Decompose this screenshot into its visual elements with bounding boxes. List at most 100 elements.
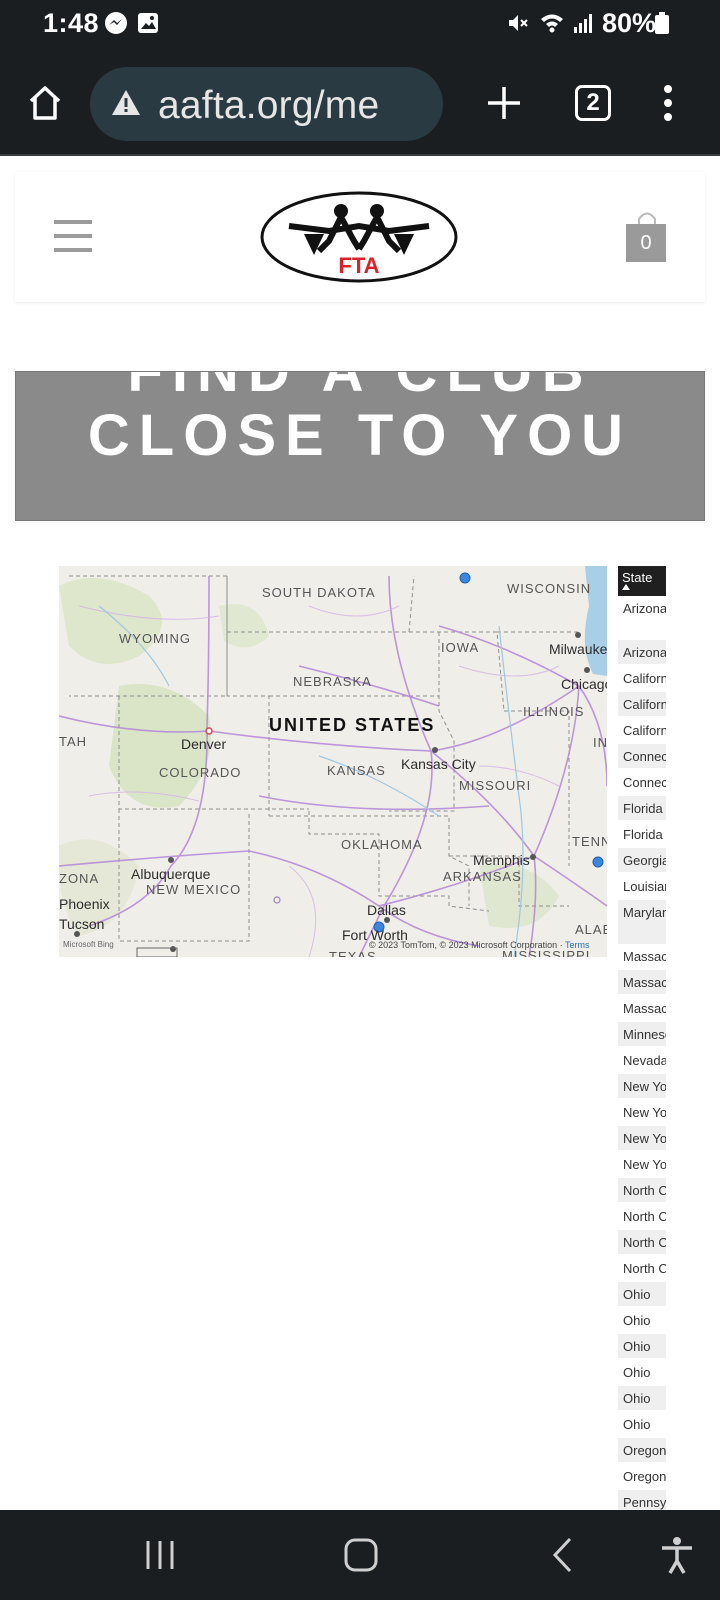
state-row[interactable]: Maryland <box>618 900 666 944</box>
warning-icon[interactable] <box>110 87 142 119</box>
accessibility-icon[interactable] <box>657 1535 697 1575</box>
state-table: State ArizonaArizonaCaliforniaCalifornia… <box>618 566 666 1510</box>
map-state-label: ALAB <box>575 922 607 937</box>
state-row[interactable]: New York <box>618 1100 666 1124</box>
map-country-label: UNITED STATES <box>269 715 436 735</box>
state-row[interactable]: Florida <box>618 822 666 846</box>
sort-ascending-icon <box>622 584 630 590</box>
map-state-label: ILLINOIS <box>523 704 585 719</box>
state-row[interactable]: Oregon <box>618 1464 666 1488</box>
back-icon[interactable] <box>543 1535 583 1575</box>
map-state-label: NEBRASKA <box>293 674 372 689</box>
recent-apps-icon[interactable] <box>140 1535 180 1575</box>
map-state-label: WYOMING <box>119 631 191 646</box>
state-row[interactable]: California <box>618 718 666 742</box>
cart-count: 0 <box>626 224 666 262</box>
state-row[interactable]: Massachusetts <box>618 970 666 994</box>
map-state-label: COLORADO <box>159 765 242 780</box>
state-row[interactable]: Arizona <box>618 596 666 620</box>
map-state-label: KANSAS <box>327 763 386 778</box>
home-icon[interactable] <box>25 83 65 123</box>
state-row[interactable]: Florida <box>618 796 666 820</box>
state-row[interactable]: Oregon <box>618 1438 666 1462</box>
tabs-button[interactable]: 2 <box>575 85 611 121</box>
state-row[interactable]: Ohio <box>618 1412 666 1436</box>
site-header: FTA 0 <box>15 172 705 302</box>
status-bar: 1:48 80% <box>0 0 720 50</box>
home-nav-icon[interactable] <box>341 1535 381 1575</box>
state-row[interactable]: Arizona <box>618 640 666 664</box>
map-state-label: ZONA <box>59 871 100 886</box>
state-row[interactable]: Minnesota <box>618 1022 666 1046</box>
state-row[interactable]: New York <box>618 1074 666 1098</box>
new-tab-icon[interactable] <box>484 83 524 123</box>
state-row[interactable]: Pennsylvania <box>618 1490 666 1510</box>
state-row[interactable]: New York <box>618 1152 666 1176</box>
state-row[interactable]: Connecticut <box>618 744 666 768</box>
cart-button[interactable]: 0 <box>626 210 668 262</box>
state-row[interactable]: North Carolina <box>618 1230 666 1254</box>
browser-toolbar: aafta.org/me 2 <box>0 50 720 156</box>
more-icon[interactable] <box>648 83 688 123</box>
state-row[interactable]: Nevada <box>618 1048 666 1072</box>
banner-line-1: FIND A CLUB <box>127 371 593 404</box>
mute-icon <box>509 15 528 31</box>
state-row[interactable]: California <box>618 692 666 716</box>
state-row[interactable]: Ohio <box>618 1360 666 1384</box>
address-bar[interactable]: aafta.org/me <box>90 67 443 141</box>
state-row[interactable]: Connecticut <box>618 770 666 794</box>
state-row[interactable]: Louisiana <box>618 874 666 898</box>
navigation-bar <box>0 1510 720 1600</box>
state-row[interactable]: North Carolina <box>618 1256 666 1280</box>
map-copyright: © 2023 TomTom, © 2023 Microsoft Corporat… <box>369 940 590 950</box>
battery-icon <box>655 12 669 34</box>
url-text[interactable]: aafta.org/me <box>158 84 379 128</box>
screen: 1:48 80% aafta.org/me 2 FTA 0 FIND A CLU… <box>0 0 720 1600</box>
map-background <box>59 566 607 957</box>
state-row[interactable]: California <box>618 666 666 690</box>
state-column-header[interactable]: State <box>618 566 666 596</box>
map-state-label: NEW MEXICO <box>146 882 242 897</box>
banner-line-2: CLOSE TO YOU <box>87 403 633 468</box>
map-city-label: Phoenix <box>59 896 110 912</box>
hero-banner: FIND A CLUB CLOSE TO YOU <box>15 371 705 521</box>
map-state-label: IOWA <box>441 640 480 655</box>
bing-attribution: Microsoft Bing <box>63 940 114 949</box>
state-row[interactable]: Massachusetts <box>618 996 666 1020</box>
club-map[interactable]: SOUTH DAKOTA WISCONSIN WYOMING IOWA NEBR… <box>59 566 607 957</box>
map-city-label: Kansas City <box>401 756 476 772</box>
messenger-icon <box>105 12 127 34</box>
state-row[interactable]: Ohio <box>618 1308 666 1332</box>
battery-percent: 80% <box>602 8 657 38</box>
state-row[interactable]: Massachusetts <box>618 944 666 968</box>
state-row[interactable]: Georgia <box>618 848 666 872</box>
map-terms-link[interactable]: Terms <box>565 940 590 950</box>
map-state-label: TEXAS <box>329 949 377 957</box>
map-copyright-text: © 2023 TomTom, © 2023 Microsoft Corporat… <box>369 940 558 950</box>
map-state-label: MISSOURI <box>459 778 532 793</box>
status-time: 1:48 <box>43 8 100 38</box>
logo-text: FTA <box>338 253 379 278</box>
signal-icon <box>574 14 592 33</box>
map-city-label: Albuquerque <box>131 866 211 882</box>
state-row[interactable]: North Carolina <box>618 1204 666 1228</box>
map-city-label: Milwaukee <box>549 641 607 657</box>
menu-icon[interactable] <box>54 220 92 254</box>
map-city-label: Memphis <box>473 852 530 868</box>
gallery-icon <box>138 13 158 33</box>
state-row[interactable]: Ohio <box>618 1386 666 1410</box>
state-row[interactable]: North Carolina <box>618 1178 666 1202</box>
map-state-label: OKLAHOMA <box>341 837 423 852</box>
map-state-label: IN <box>593 735 607 750</box>
map-state-label: TENN <box>572 834 607 849</box>
state-row[interactable]: New York <box>618 1126 666 1150</box>
map-state-label: SOUTH DAKOTA <box>262 585 376 600</box>
map-city-label: Dallas <box>367 902 406 918</box>
state-header-label: State <box>622 570 653 585</box>
fta-logo[interactable]: FTA <box>259 189 459 285</box>
state-row[interactable]: Ohio <box>618 1334 666 1358</box>
map-state-label: ARKANSAS <box>443 869 522 884</box>
map-city-label: Chicago <box>561 676 607 692</box>
map-city-label: Tucson <box>59 916 105 932</box>
state-row[interactable]: Ohio <box>618 1282 666 1306</box>
